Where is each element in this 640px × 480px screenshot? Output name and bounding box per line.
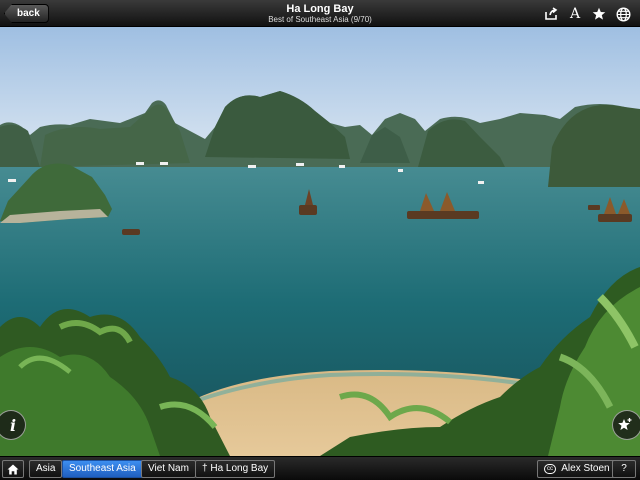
font-size-icon[interactable]: A — [566, 5, 584, 23]
page-subtitle: Best of Southeast Asia (9/70) — [268, 15, 372, 24]
photo-canvas — [0, 27, 640, 456]
toolbar-icons: A — [542, 5, 632, 23]
share-icon[interactable] — [542, 5, 560, 23]
star-icon[interactable] — [590, 5, 608, 23]
home-button[interactable] — [2, 460, 24, 478]
page-title: Ha Long Bay — [286, 3, 354, 15]
font-size-glyph: A — [569, 6, 581, 22]
globe-icon[interactable] — [614, 5, 632, 23]
photo-author: Alex Stoen — [561, 463, 610, 474]
add-favorite-button[interactable] — [612, 410, 640, 440]
breadcrumb-asia[interactable]: Asia — [29, 460, 63, 478]
back-button[interactable]: back — [4, 4, 49, 23]
add-favorite-icon — [618, 418, 632, 430]
title-block: Ha Long Bay Best of Southeast Asia (9/70… — [170, 3, 470, 25]
breadcrumb-ha-long-bay[interactable]: † Ha Long Bay — [195, 460, 276, 478]
pin-icon: † — [202, 463, 208, 474]
breadcrumb-southeast-asia[interactable]: Southeast Asia — [62, 460, 143, 478]
photo-credit-button[interactable]: cc Alex Stoen — [537, 460, 617, 478]
creative-commons-icon: cc — [544, 464, 556, 474]
home-icon — [7, 464, 19, 474]
top-navigation-bar: back Ha Long Bay Best of Southeast Asia … — [0, 0, 640, 27]
photo-ha-long-bay[interactable] — [0, 27, 640, 456]
breadcrumb-ha-long-bay-label: Ha Long Bay — [210, 463, 269, 474]
help-button[interactable]: ? — [612, 460, 636, 478]
breadcrumb-viet-nam[interactable]: Viet Nam — [141, 460, 196, 478]
bottom-breadcrumb-bar: Asia Southeast Asia Viet Nam † Ha Long B… — [0, 456, 640, 480]
info-icon: i — [9, 415, 17, 435]
